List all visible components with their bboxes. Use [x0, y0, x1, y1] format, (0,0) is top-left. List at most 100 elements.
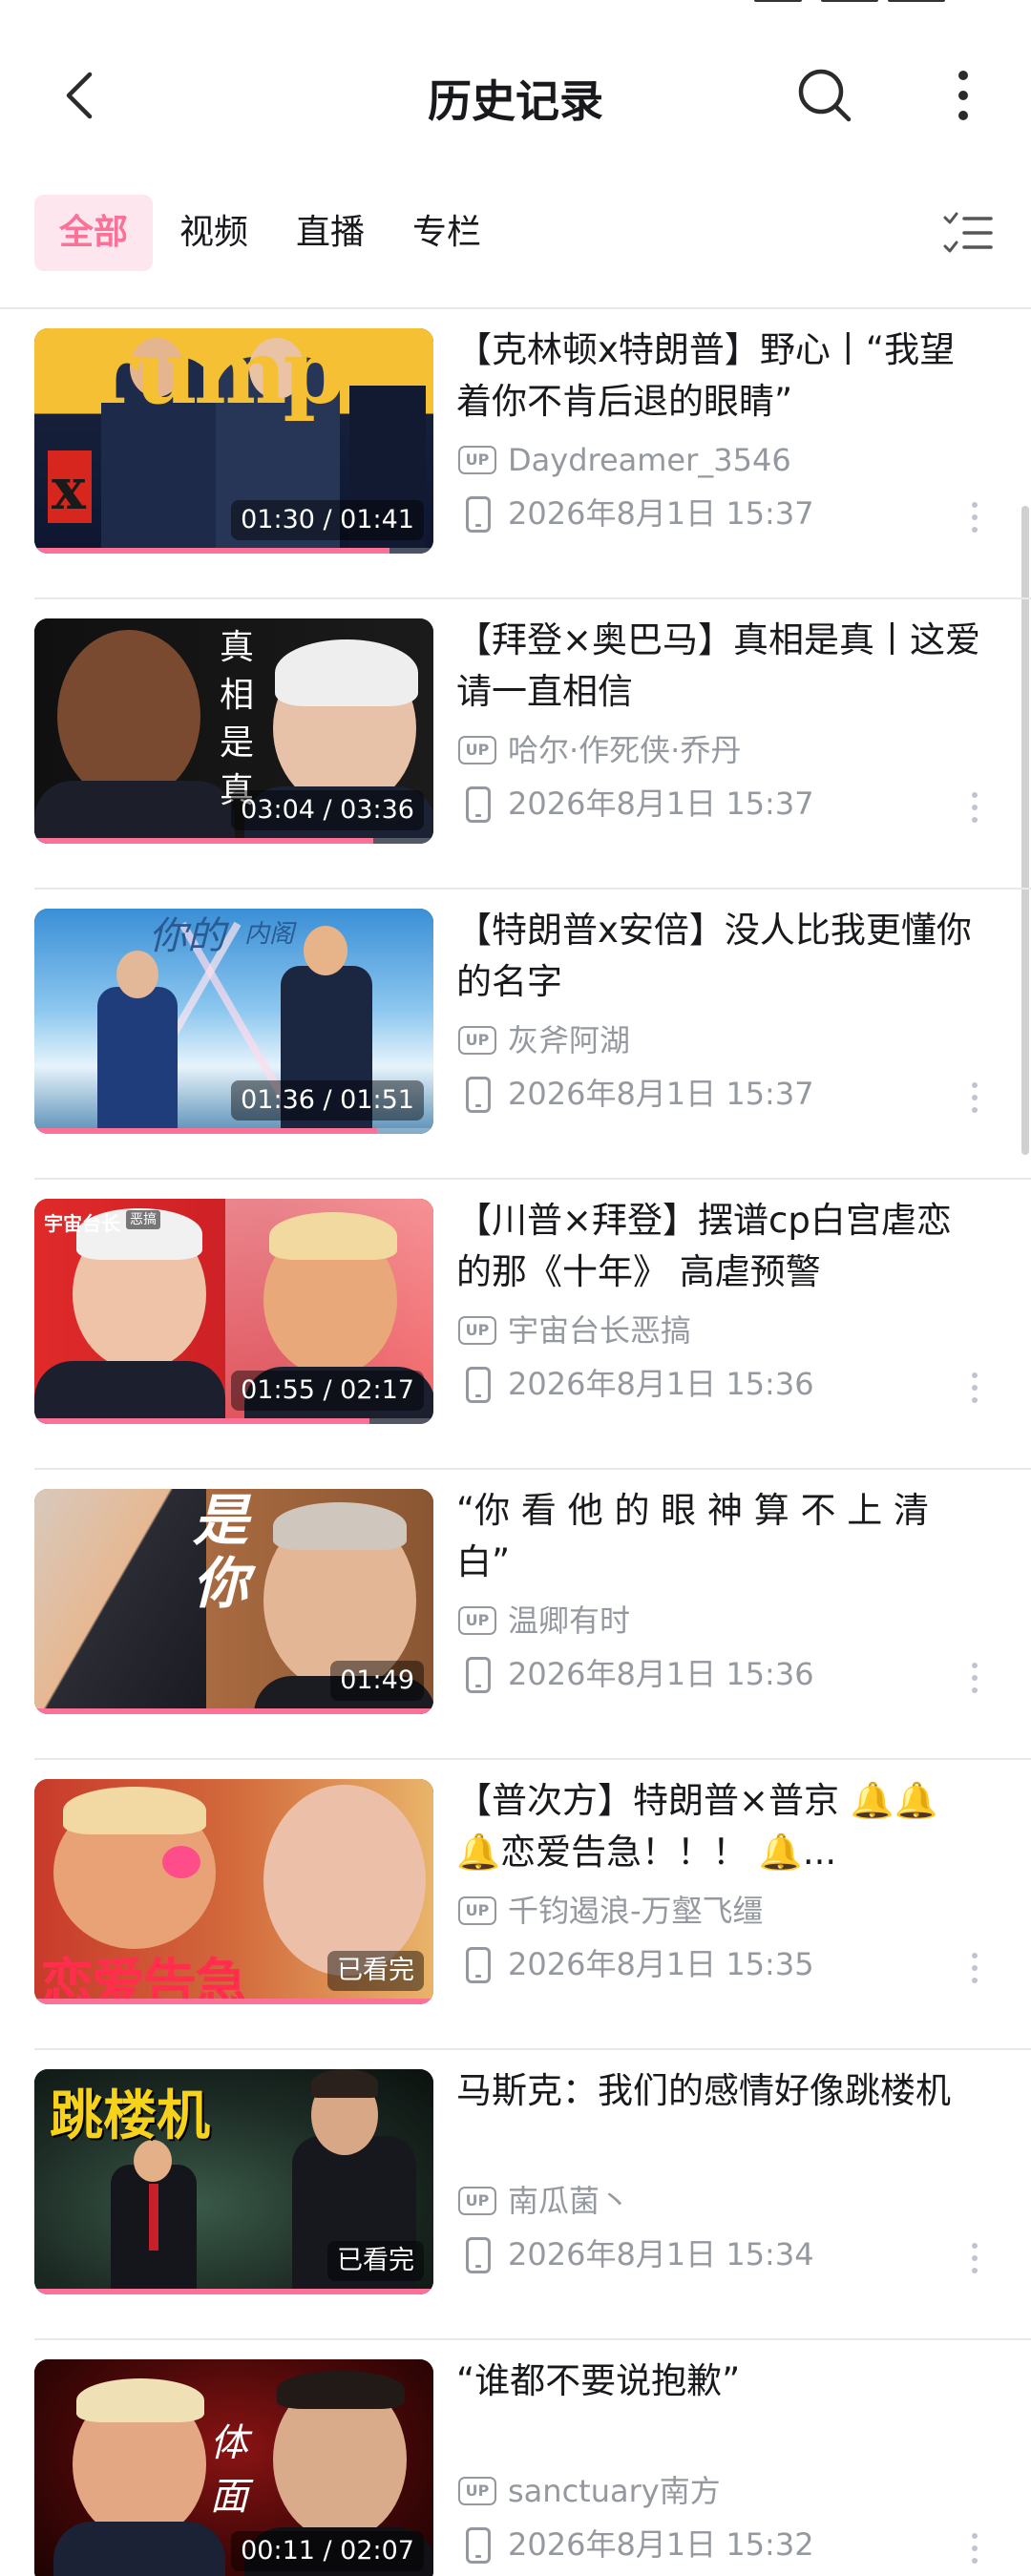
uploader-name[interactable]: 千钧遏浪-万壑飞缰 [508, 1892, 764, 1930]
device-phone-icon [466, 2527, 491, 2564]
video-thumbnail[interactable]: 你的 内阁 01:36 / 01:51 [34, 909, 433, 1134]
video-title[interactable]: 【普次方】特朗普×普京 🔔🔔🔔恋爱告急！！！ 🔔... [456, 1775, 981, 1878]
tab-column[interactable]: 专栏 [401, 195, 493, 271]
video-title[interactable]: 【川普×拜登】摆谱cp白宫虐恋的那《十年》 高虐预警 [456, 1195, 981, 1298]
video-thumbnail[interactable]: 宇宙台长 恶搞 01:55 / 02:17 [34, 1199, 433, 1424]
uploader-name[interactable]: sanctuary南方 [508, 2472, 721, 2510]
uploader-icon: UP [458, 2187, 496, 2215]
tab-all[interactable]: 全部 [34, 195, 153, 271]
uploader-icon: UP [458, 736, 496, 764]
uploader-icon: UP [458, 1896, 496, 1925]
watched-label: 已看完 [327, 1951, 424, 1991]
video-title[interactable]: 【特朗普x安倍】没人比我更懂你的名字 [456, 905, 981, 1008]
device-phone-icon [466, 1077, 491, 1113]
tab-live[interactable]: 直播 [284, 195, 376, 271]
history-item[interactable]: 你的 内阁 01:36 / 01:51 【特朗普x安倍】没人比我更懂你的名字 U… [0, 890, 1031, 1180]
uploader-name[interactable]: 南瓜菌丶 [508, 2182, 630, 2220]
thumbnail-caption: 恋爱告急 [40, 1953, 248, 2004]
thumbnail-caption: 真相是真 [220, 628, 255, 810]
duration-label: 01:55 / 02:17 [231, 1371, 424, 1411]
item-more-button[interactable] [960, 786, 989, 828]
history-screen: 历史记录 全部 视频 直播 专栏 Trump x 01:30 / 01:41 【… [0, 0, 1031, 2576]
thumbnail-caption: Trump [36, 328, 345, 424]
video-thumbnail[interactable]: 真相是真 03:04 / 03:36 [34, 618, 433, 844]
time-row: 2026年8月1日 15:36 [458, 1365, 993, 1403]
item-more-button[interactable] [960, 1947, 989, 1989]
back-button[interactable] [50, 65, 111, 126]
video-title[interactable]: 马斯克：我们的感情好像跳楼机 [456, 2065, 981, 2168]
video-title[interactable]: 【克林顿x特朗普】野心丨“我望着你不肯后退的眼睛” [456, 325, 981, 428]
item-more-button[interactable] [960, 2527, 989, 2569]
uploader-name[interactable]: 哈尔·作死侠·乔丹 [508, 731, 741, 769]
video-thumbnail[interactable]: 体面 00:11 / 02:07 [34, 2359, 433, 2576]
time-row: 2026年8月1日 15:32 [458, 2525, 993, 2564]
watch-progress [34, 548, 390, 554]
uploader-row: UP 千钧遏浪-万壑飞缰 [458, 1892, 993, 1930]
item-more-button[interactable] [960, 2237, 989, 2279]
checklist-icon [943, 212, 993, 253]
search-button[interactable] [792, 63, 857, 128]
history-item[interactable]: 真相是真 03:04 / 03:36 【拜登×奥巴马】真相是真丨这爱请一直相信 … [0, 599, 1031, 890]
history-item[interactable]: 是你 01:49 “你 看 他 的 眼 神 算 不 上 清 白” UP 温卿有时… [0, 1470, 1031, 1760]
list-manage-button[interactable] [939, 204, 997, 262]
device-phone-icon [466, 786, 491, 823]
search-icon [798, 69, 852, 122]
uploader-row: UP 南瓜菌丶 [458, 2182, 993, 2220]
watch-progress [34, 1999, 433, 2004]
uploader-row: UP sanctuary南方 [458, 2472, 993, 2510]
uploader-row: UP Daydreamer_3546 [458, 441, 993, 479]
uploader-row: UP 哈尔·作死侠·乔丹 [458, 731, 993, 769]
watch-time: 2026年8月1日 15:32 [508, 2526, 814, 2563]
page-title: 历史记录 [428, 75, 603, 127]
device-phone-icon [466, 1657, 491, 1693]
device-phone-icon [466, 1367, 491, 1403]
item-more-button[interactable] [960, 1657, 989, 1699]
thumbnail-caption: 内阁 [244, 920, 295, 949]
device-phone-icon [466, 496, 491, 533]
more-vertical-icon [958, 71, 968, 120]
status-bar [0, 0, 1031, 13]
video-thumbnail[interactable]: Trump x 01:30 / 01:41 [34, 328, 433, 554]
watch-progress [34, 1708, 433, 1714]
item-more-button[interactable] [960, 496, 989, 538]
uploader-name[interactable]: Daydreamer_3546 [508, 441, 791, 479]
more-options-button[interactable] [939, 63, 987, 128]
duration-label: 01:36 / 01:51 [231, 1080, 424, 1120]
uploader-icon: UP [458, 446, 496, 474]
thumbnail-caption: x [52, 456, 86, 523]
time-row: 2026年8月1日 15:35 [458, 1945, 993, 1983]
video-title[interactable]: 【拜登×奥巴马】真相是真丨这爱请一直相信 [456, 615, 981, 718]
uploader-icon: UP [458, 1606, 496, 1635]
history-item[interactable]: 恋爱告急 已看完 【普次方】特朗普×普京 🔔🔔🔔恋爱告急！！！ 🔔... UP … [0, 1760, 1031, 2050]
item-more-button[interactable] [960, 1077, 989, 1119]
history-item[interactable]: 体面 00:11 / 02:07 “谁都不要说抱歉” UP sanctuary南… [0, 2340, 1031, 2576]
watch-time: 2026年8月1日 15:35 [508, 1946, 814, 1982]
tab-video[interactable]: 视频 [168, 195, 260, 271]
item-more-button[interactable] [960, 1367, 989, 1409]
uploader-name[interactable]: 灰斧阿湖 [508, 1021, 630, 1059]
uploader-row: UP 温卿有时 [458, 1602, 993, 1640]
video-thumbnail[interactable]: 跳楼机 已看完 [34, 2069, 433, 2294]
device-phone-icon [466, 2237, 491, 2273]
system-indicators [697, 0, 983, 8]
uploader-name[interactable]: 温卿有时 [508, 1602, 630, 1640]
uploader-row: UP 灰斧阿湖 [458, 1021, 993, 1059]
duration-label: 03:04 / 03:36 [231, 790, 424, 830]
thumbnail-caption: 是你 [193, 1489, 249, 1616]
watch-progress [34, 2289, 433, 2294]
video-title[interactable]: “谁都不要说抱歉” [456, 2356, 981, 2459]
uploader-row: UP 宇宙台长恶搞 [458, 1311, 993, 1350]
uploader-name[interactable]: 宇宙台长恶搞 [508, 1311, 691, 1350]
chevron-left-icon [66, 72, 93, 119]
history-item[interactable]: Trump x 01:30 / 01:41 【克林顿x特朗普】野心丨“我望着你不… [0, 309, 1031, 599]
video-thumbnail[interactable]: 恋爱告急 已看完 [34, 1779, 433, 2004]
filter-tabs: 全部 视频 直播 专栏 [0, 191, 1031, 277]
history-item[interactable]: 跳楼机 已看完 马斯克：我们的感情好像跳楼机 UP 南瓜菌丶 2026年8月1日… [0, 2050, 1031, 2340]
watched-label: 已看完 [327, 2241, 424, 2281]
video-title[interactable]: “你 看 他 的 眼 神 算 不 上 清 白” [456, 1485, 981, 1588]
duration-label: 01:30 / 01:41 [231, 500, 424, 540]
thumbnail-caption: 你的 [149, 914, 225, 958]
time-row: 2026年8月1日 15:37 [458, 1075, 993, 1113]
history-item[interactable]: 宇宙台长 恶搞 01:55 / 02:17 【川普×拜登】摆谱cp白宫虐恋的那《… [0, 1180, 1031, 1470]
video-thumbnail[interactable]: 是你 01:49 [34, 1489, 433, 1714]
